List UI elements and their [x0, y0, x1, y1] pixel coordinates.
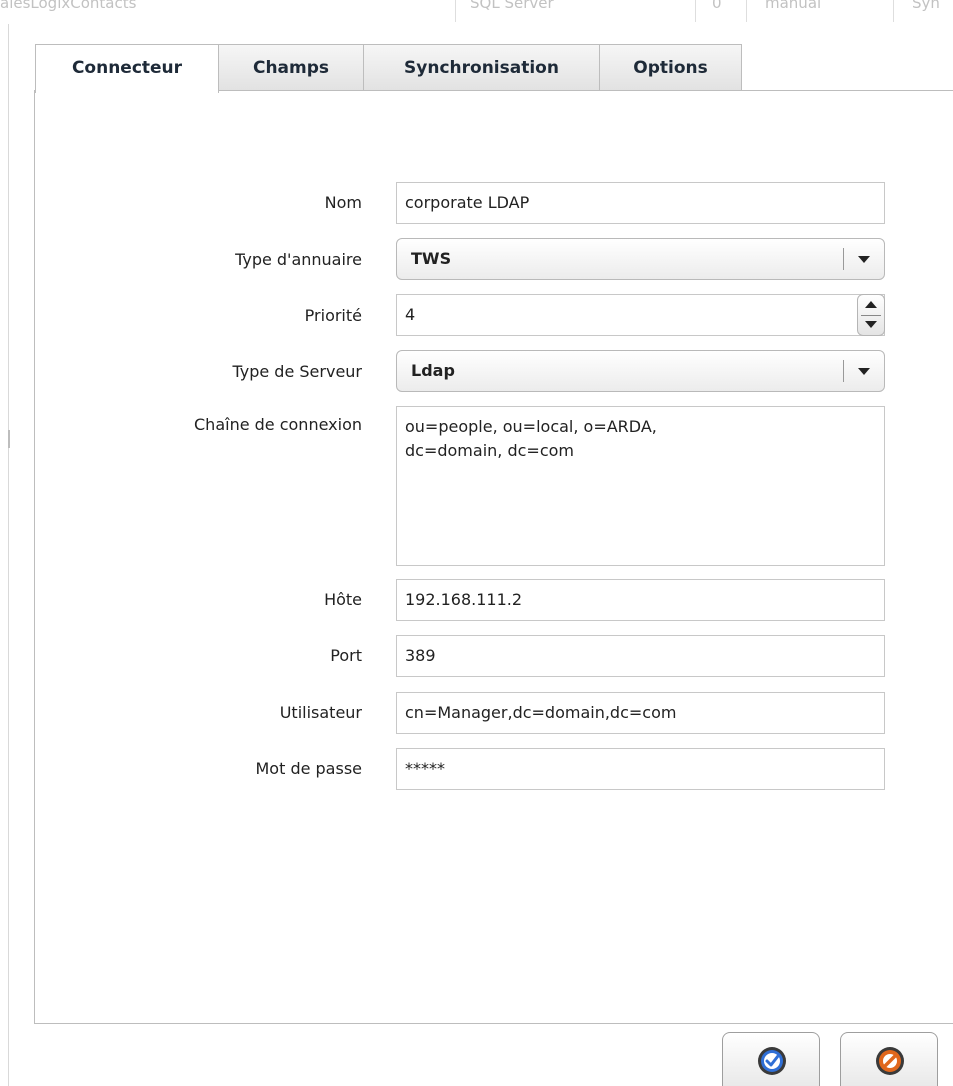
chevron-down-icon: [858, 368, 870, 375]
bg-header-cell: 0: [712, 0, 722, 12]
background-table-header: alesLogixContacts SQL Server 0 manual Sy…: [0, 0, 953, 24]
tab-synchronisation[interactable]: Synchronisation: [363, 44, 600, 90]
tab-bar: Connecteur Champs Synchronisation Option…: [0, 44, 953, 93]
left-border: [8, 24, 9, 1086]
user-label: Utilisateur: [279, 703, 362, 722]
priority-spin-buttons[interactable]: [857, 294, 885, 336]
directory-type-value: TWS: [411, 249, 452, 268]
name-input[interactable]: corporate LDAP: [396, 182, 885, 224]
directory-type-label: Type d'annuaire: [235, 250, 362, 269]
server-type-select[interactable]: Ldap: [396, 350, 885, 392]
host-label: Hôte: [324, 590, 362, 609]
directory-type-select[interactable]: TWS: [396, 238, 885, 280]
cancel-button[interactable]: [840, 1032, 938, 1086]
priority-label: Priorité: [304, 306, 362, 325]
bg-header-cell: alesLogixContacts: [0, 0, 137, 12]
check-circle-icon: [758, 1047, 786, 1075]
chevron-down-icon: [858, 256, 870, 263]
host-input[interactable]: 192.168.111.2: [396, 579, 885, 621]
port-input[interactable]: 389: [396, 635, 885, 677]
server-type-value: Ldap: [411, 361, 455, 380]
connection-string-label: Chaîne de connexion: [194, 415, 362, 434]
select-divider: [843, 248, 844, 270]
ok-button[interactable]: [722, 1032, 820, 1086]
priority-value: 4: [405, 305, 416, 324]
password-label: Mot de passe: [255, 759, 362, 778]
bg-header-cell: Syn: [912, 0, 940, 12]
bg-header-cell: SQL Server: [470, 0, 554, 12]
server-type-label: Type de Serveur: [232, 362, 362, 381]
spin-down-icon[interactable]: [865, 321, 877, 328]
user-input[interactable]: cn=Manager,dc=domain,dc=com: [396, 692, 885, 734]
left-border-mark: [8, 430, 10, 448]
tab-connecteur[interactable]: Connecteur: [35, 44, 219, 93]
priority-stepper[interactable]: 4: [396, 294, 885, 336]
name-label: Nom: [324, 193, 362, 212]
port-label: Port: [330, 646, 362, 665]
bg-header-cell: manual: [765, 0, 822, 12]
tab-options[interactable]: Options: [599, 44, 742, 90]
connection-string-textarea[interactable]: ou=people, ou=local, o=ARDA, dc=domain, …: [396, 406, 885, 566]
spin-up-icon[interactable]: [865, 301, 877, 308]
password-input[interactable]: *****: [396, 748, 885, 790]
no-entry-icon: [876, 1047, 904, 1075]
select-divider: [843, 360, 844, 382]
tab-champs[interactable]: Champs: [218, 44, 364, 90]
